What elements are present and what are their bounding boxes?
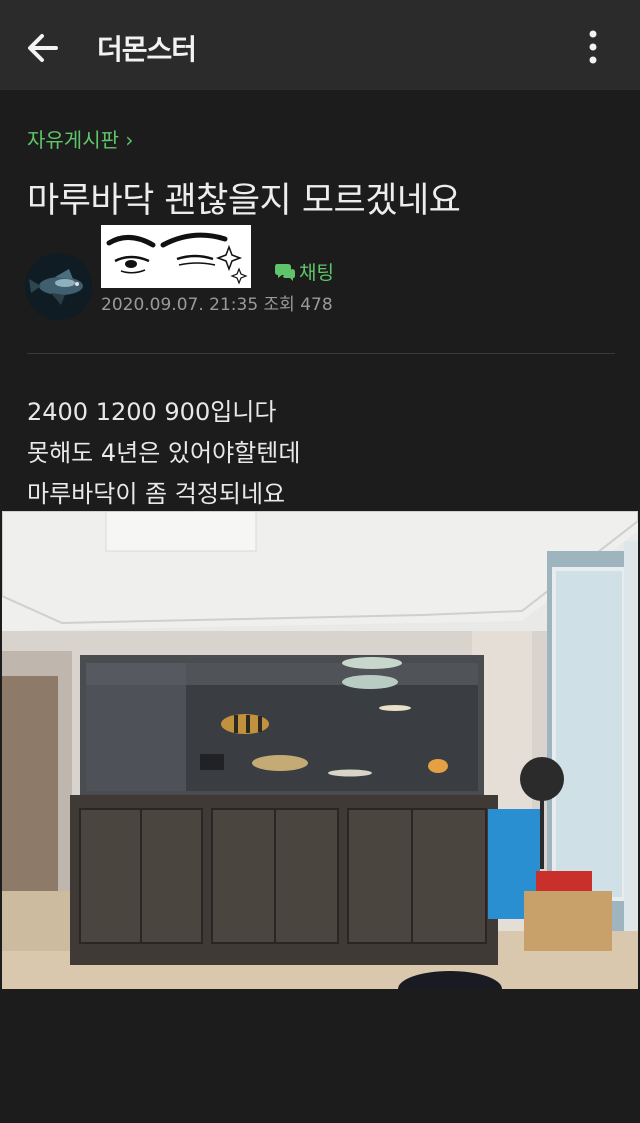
nickname-image [101,225,251,288]
app-bar: 더몬스터 [0,0,640,90]
aquarium-photo-image [2,511,638,989]
more-options-icon[interactable] [578,26,608,68]
eyes-drawing-icon [106,232,248,285]
board-link[interactable]: 자유게시판 › [27,124,133,153]
post-body: 2400 1200 900입니다 못해도 4년은 있어야할텐데 마루바닥이 좀 … [27,392,300,515]
chat-button[interactable]: 채팅 [274,258,334,285]
app-title: 더몬스터 [97,33,197,66]
body-line: 못해도 4년은 있어야할텐데 [27,439,301,467]
body-line: 마루바닥이 좀 걱정되네요 [27,480,286,508]
fish-avatar-icon [25,253,92,320]
divider [27,353,615,354]
chat-bubble-icon [275,263,295,281]
author-avatar[interactable] [25,253,92,320]
post-title: 마루바닥 괜찮을지 모르겠네요 [27,181,461,221]
chat-label: 채팅 [299,262,334,284]
post-photo[interactable] [2,511,638,989]
body-line: 2400 1200 900입니다 [27,398,277,426]
back-arrow-icon[interactable] [22,26,66,70]
post-meta: 2020.09.07. 21:35 조회 478 [101,295,333,315]
